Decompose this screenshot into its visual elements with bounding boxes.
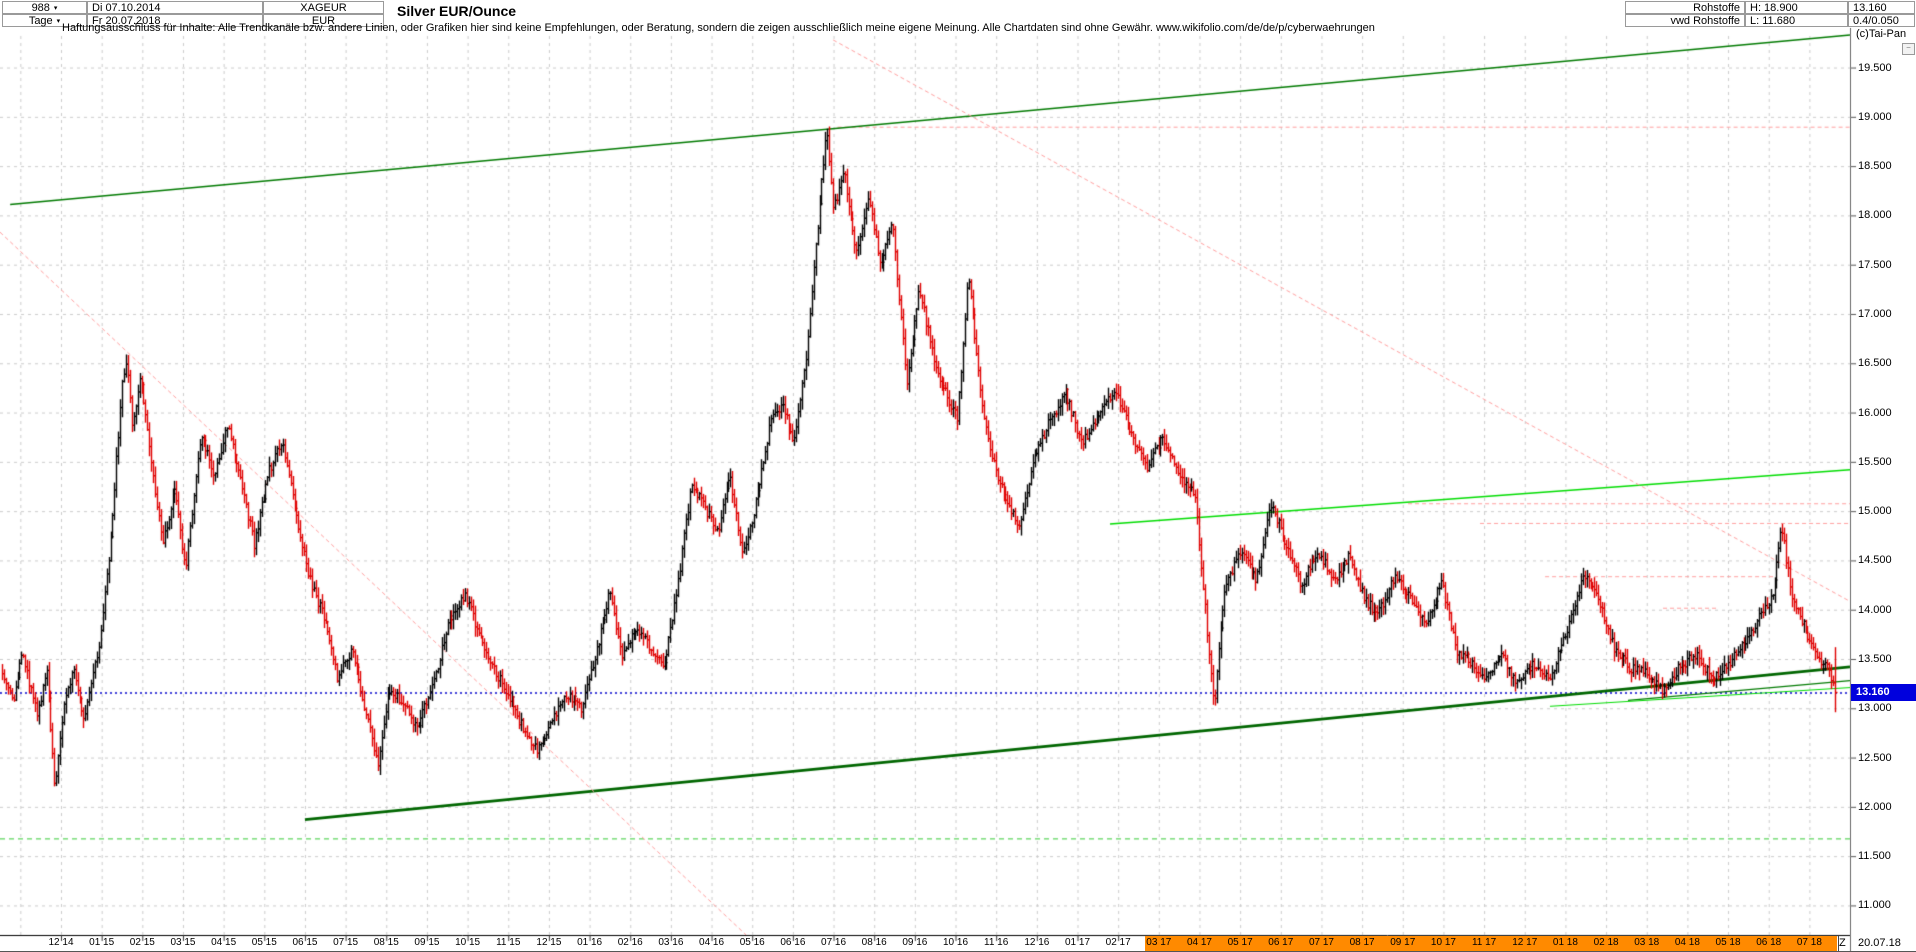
x-axis-label: 05 16 xyxy=(740,937,765,948)
x-axis-label: 07 18 xyxy=(1797,937,1822,948)
collapse-axis-button[interactable]: − xyxy=(1902,43,1915,55)
y-axis-label: 14.500 xyxy=(1858,554,1892,566)
x-axis-label: 12 16 xyxy=(1024,937,1049,948)
x-axis-label: 07 17 xyxy=(1309,937,1334,948)
y-axis-label: 15.000 xyxy=(1858,505,1892,517)
period-high-field: H: 18.900 xyxy=(1745,1,1848,14)
price-chart-canvas[interactable] xyxy=(0,0,1916,952)
y-axis-label: 16.500 xyxy=(1858,357,1892,369)
market-group-label: Rohstoffe xyxy=(1693,2,1740,14)
copyright-label: (c)Tai-Pan xyxy=(1856,28,1906,40)
x-axis-label: 02 17 xyxy=(1106,937,1131,948)
y-axis-label: 18.500 xyxy=(1858,160,1892,172)
x-axis-label: 07 15 xyxy=(333,937,358,948)
axis-separator-vertical xyxy=(1850,28,1851,952)
x-axis-label: 11 15 xyxy=(496,937,520,948)
x-axis-label: 04 16 xyxy=(699,937,724,948)
y-axis-label: 12.000 xyxy=(1858,801,1892,813)
period-low-value: L: 11.680 xyxy=(1750,15,1795,27)
x-axis-label: 01 17 xyxy=(1065,937,1090,948)
x-axis-label: 01 16 xyxy=(577,937,602,948)
x-axis-label: 05 17 xyxy=(1228,937,1253,948)
y-axis-label: 14.000 xyxy=(1858,604,1892,616)
market-group-row2: vwd Rohstoffe xyxy=(1625,14,1745,27)
y-axis-label: 17.500 xyxy=(1858,259,1892,271)
x-axis-label: 02 18 xyxy=(1594,937,1619,948)
x-axis-label: 12 15 xyxy=(536,937,561,948)
y-axis-label: 19.500 xyxy=(1858,62,1892,74)
last-price-badge: 13.160 xyxy=(1851,684,1916,701)
x-axis-label: 06 18 xyxy=(1756,937,1781,948)
x-axis-label: 03 15 xyxy=(170,937,195,948)
y-axis-label: 11.500 xyxy=(1858,850,1891,862)
chevron-down-icon: ▾ xyxy=(54,4,58,12)
x-axis-label: 09 16 xyxy=(902,937,927,948)
x-axis-label: 12 14 xyxy=(48,937,73,948)
date-from-field[interactable]: Di 07.10.2014 xyxy=(87,1,263,14)
x-axis-label: 11 17 xyxy=(1472,937,1496,948)
period-low-field: L: 11.680 xyxy=(1745,14,1848,27)
y-axis-label: 19.000 xyxy=(1858,111,1892,123)
period-high-value: H: 18.900 xyxy=(1750,2,1798,14)
date-from-value: Di 07.10.2014 xyxy=(92,2,161,14)
chart-id-value: 988 xyxy=(32,2,50,14)
taipan-chart-window: 988 ▾ Tage ▾ Di 07.10.2014 Fr 20.07.2018… xyxy=(0,0,1916,952)
x-axis-label: 11 16 xyxy=(984,937,1008,948)
x-axis-label: 06 15 xyxy=(292,937,317,948)
change-field: 0.4/0.050 xyxy=(1848,14,1915,27)
x-axis-label: 10 15 xyxy=(455,937,480,948)
x-axis-label: 03 18 xyxy=(1634,937,1659,948)
market-group-row1: Rohstoffe xyxy=(1625,1,1745,14)
x-axis-label: 03 17 xyxy=(1146,937,1171,948)
symbol-value: XAGEUR xyxy=(300,2,346,14)
symbol-field[interactable]: XAGEUR xyxy=(263,1,384,14)
timeframe-value: Tage xyxy=(29,15,53,27)
x-axis-label: 06 16 xyxy=(780,937,805,948)
y-axis-label: 12.500 xyxy=(1858,752,1892,764)
x-axis-label: 09 15 xyxy=(414,937,439,948)
page-title: Silver EUR/Ounce xyxy=(397,3,516,19)
corner-date: 20.07.18 xyxy=(1858,937,1901,949)
x-axis-label: 06 17 xyxy=(1268,937,1293,948)
x-axis-label: 08 16 xyxy=(862,937,887,948)
x-axis-label: 10 16 xyxy=(943,937,968,948)
x-axis-label: 02 15 xyxy=(130,937,155,948)
x-axis-label: 04 17 xyxy=(1187,937,1212,948)
y-axis-label: 15.500 xyxy=(1858,456,1892,468)
last-price-field: 13.160 xyxy=(1848,1,1915,14)
x-axis-label: 04 15 xyxy=(211,937,236,948)
axis-separator-small xyxy=(1838,936,1839,952)
y-axis-label: 16.000 xyxy=(1858,407,1892,419)
disclaimer-text: Haftungsausschluss für Inhalte: Alle Tre… xyxy=(62,22,1375,34)
x-axis-label: 05 18 xyxy=(1716,937,1741,948)
y-axis-label: 13.500 xyxy=(1858,653,1892,665)
x-axis-label: 07 16 xyxy=(821,937,846,948)
zoom-indicator[interactable]: Z xyxy=(1839,937,1846,949)
chart-id-dropdown[interactable]: 988 ▾ xyxy=(2,1,87,14)
x-axis-label: 03 16 xyxy=(658,937,683,948)
market-subgroup-label: vwd Rohstoffe xyxy=(1670,15,1740,27)
x-axis-label: 08 15 xyxy=(374,937,399,948)
y-axis-label: 13.000 xyxy=(1858,702,1892,714)
y-axis-label: 18.000 xyxy=(1858,209,1892,221)
chevron-down-icon: ▾ xyxy=(57,17,61,25)
x-axis-label: 02 16 xyxy=(618,937,643,948)
y-axis-label: 17.000 xyxy=(1858,308,1892,320)
x-axis-label: 01 15 xyxy=(89,937,114,948)
x-axis-label: 12 17 xyxy=(1512,937,1537,948)
x-axis-label: 08 17 xyxy=(1350,937,1375,948)
change-value: 0.4/0.050 xyxy=(1853,15,1899,27)
x-axis-label: 09 17 xyxy=(1390,937,1415,948)
last-price-value: 13.160 xyxy=(1853,2,1887,14)
x-axis-label: 05 15 xyxy=(252,937,277,948)
x-axis-label: 04 18 xyxy=(1675,937,1700,948)
x-axis-label: 10 17 xyxy=(1431,937,1456,948)
y-axis-label: 11.000 xyxy=(1858,899,1891,911)
x-axis-label: 01 18 xyxy=(1553,937,1578,948)
